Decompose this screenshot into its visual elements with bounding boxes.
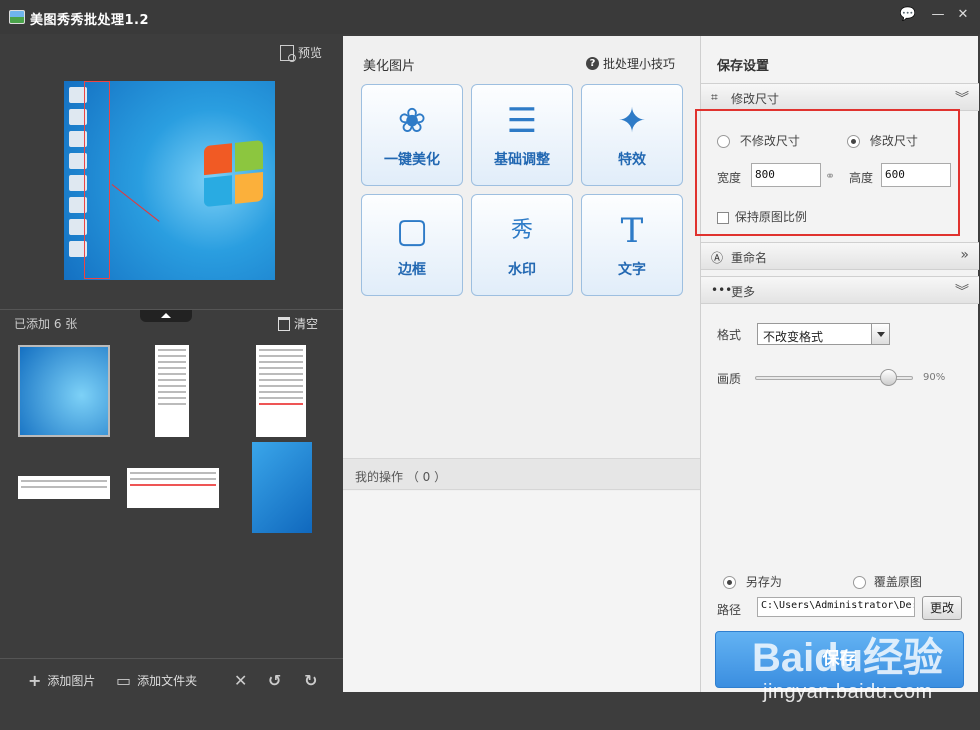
preview-icon [280, 44, 296, 62]
clear-label: 清空 [294, 317, 319, 331]
clear-button[interactable]: 清空 [278, 315, 318, 332]
quality-slider-thumb[interactable] [880, 369, 897, 386]
minimize-button[interactable]: — [928, 6, 948, 24]
section-label: 重命名 [731, 251, 768, 265]
add-image-label: 添加图片 [47, 674, 96, 688]
my-operations-list [343, 491, 700, 692]
path-input[interactable]: C:\Users\Administrator\De: [757, 597, 915, 617]
thumbnail[interactable] [18, 476, 110, 499]
frame-button[interactable]: ▢ 边框 [361, 194, 463, 296]
windows-logo [204, 139, 264, 208]
tips-link[interactable]: ? 批处理小技巧 [586, 55, 675, 72]
window-title: 美图秀秀批处理1.2 [30, 13, 150, 28]
path-label: 路径 [717, 603, 742, 617]
collapse-toggle[interactable] [140, 310, 192, 322]
folder-icon: ▭ [116, 671, 132, 690]
highlight-box [84, 81, 110, 279]
watermark-icon: 秀 [510, 218, 533, 243]
add-folder-label: 添加文件夹 [137, 674, 198, 688]
rename-icon: Ⓐ [711, 251, 724, 265]
more-icon: ••• [711, 283, 733, 297]
chevron-down-icon: ︾ [955, 284, 969, 300]
panel-title: 美化图片 [363, 59, 416, 74]
tool-label: 一键美化 [384, 152, 440, 168]
save-as-option[interactable]: 另存为 [723, 573, 782, 590]
add-image-button[interactable]: + 添加图片 [28, 671, 95, 690]
tips-label: 批处理小技巧 [603, 57, 676, 71]
tulip-icon: ❀ [397, 101, 427, 141]
chevron-down-icon: ︾ [955, 91, 969, 107]
thumbnail[interactable] [155, 345, 189, 437]
effects-button[interactable]: ✦ 特效 [581, 84, 683, 186]
frame-icon: ▢ [395, 211, 429, 251]
radio-save-as[interactable] [723, 576, 736, 589]
title-bar: 美图秀秀批处理1.2 💬 — ✕ [0, 0, 980, 34]
app-icon [9, 10, 25, 24]
tool-label: 基础调整 [494, 152, 550, 168]
change-path-button[interactable]: 更改 [922, 596, 962, 620]
image-list-panel: 预览 已添加 6 张 清空 + 添加图片 ▭ 添加文件夹 ✕ ↺ ↻ [0, 34, 343, 730]
trash-icon [278, 316, 290, 331]
panel-title: 保存设置 [717, 59, 770, 74]
delete-icon[interactable]: ✕ [234, 671, 247, 690]
left-toolbar: + 添加图片 ▭ 添加文件夹 ✕ ↺ ↻ [0, 658, 343, 698]
tool-label: 特效 [618, 152, 646, 168]
save-button[interactable]: 保存 [715, 631, 964, 688]
tool-label: 水印 [508, 262, 536, 278]
text-button[interactable]: T 文字 [581, 194, 683, 296]
format-label: 格式 [717, 328, 742, 342]
text-icon: T [620, 211, 644, 251]
resize-section-header[interactable]: ⌗ 修改尺寸 ︾ [701, 83, 979, 111]
my-operations-label: 我的操作 （ 0 ） [355, 470, 447, 484]
option-label: 覆盖原图 [873, 575, 922, 589]
sliders-icon: ☰ [506, 101, 538, 141]
auto-beautify-button[interactable]: ❀ 一键美化 [361, 84, 463, 186]
more-section-header[interactable]: ••• 更多 ︾ [701, 276, 979, 304]
thumbnail[interactable] [18, 345, 110, 437]
large-preview-image [64, 81, 275, 280]
option-label: 另存为 [745, 575, 782, 589]
chevron-right-icon: » [960, 247, 969, 263]
rename-section-header[interactable]: Ⓐ 重命名 » [701, 242, 979, 270]
magic-wand-icon: ✦ [617, 101, 647, 141]
basic-adjust-button[interactable]: ☰ 基础调整 [471, 84, 573, 186]
highlight-annotation [695, 109, 960, 236]
section-label: 更多 [731, 285, 756, 299]
tool-label: 文字 [618, 262, 646, 278]
thumbnail[interactable] [252, 442, 312, 533]
plus-icon: + [28, 671, 42, 690]
bottom-frame [343, 692, 980, 730]
format-value: 不改变格式 [763, 330, 824, 344]
format-select[interactable]: 不改变格式 [757, 323, 890, 345]
rotate-left-icon[interactable]: ↺ [268, 671, 281, 690]
close-button[interactable]: ✕ [953, 6, 973, 24]
red-arrow [111, 184, 160, 222]
rotate-right-icon[interactable]: ↻ [304, 671, 317, 690]
my-operations-header: 我的操作 （ 0 ） [343, 458, 700, 490]
quality-value: 90% [923, 372, 946, 383]
thumbnail[interactable] [127, 468, 219, 508]
overwrite-option[interactable]: 覆盖原图 [853, 573, 922, 590]
beautify-panel: 美化图片 ? 批处理小技巧 ❀ 一键美化 ☰ 基础调整 ✦ 特效 ▢ 边框 秀 … [343, 36, 700, 692]
added-count: 已添加 6 张 [14, 317, 78, 331]
preview-label: 预览 [298, 46, 323, 60]
crop-icon: ⌗ [711, 90, 718, 104]
radio-overwrite[interactable] [853, 576, 866, 589]
watermark-button[interactable]: 秀 水印 [471, 194, 573, 296]
feedback-icon[interactable]: 💬 [898, 6, 918, 24]
dropdown-arrow-icon[interactable] [871, 324, 889, 344]
quality-label: 画质 [717, 372, 742, 386]
help-icon: ? [586, 57, 599, 70]
tool-label: 边框 [398, 262, 426, 278]
thumbnail[interactable] [256, 345, 306, 437]
section-label: 修改尺寸 [731, 92, 780, 106]
add-folder-button[interactable]: ▭ 添加文件夹 [116, 671, 197, 690]
preview-button[interactable]: 预览 [280, 44, 323, 62]
